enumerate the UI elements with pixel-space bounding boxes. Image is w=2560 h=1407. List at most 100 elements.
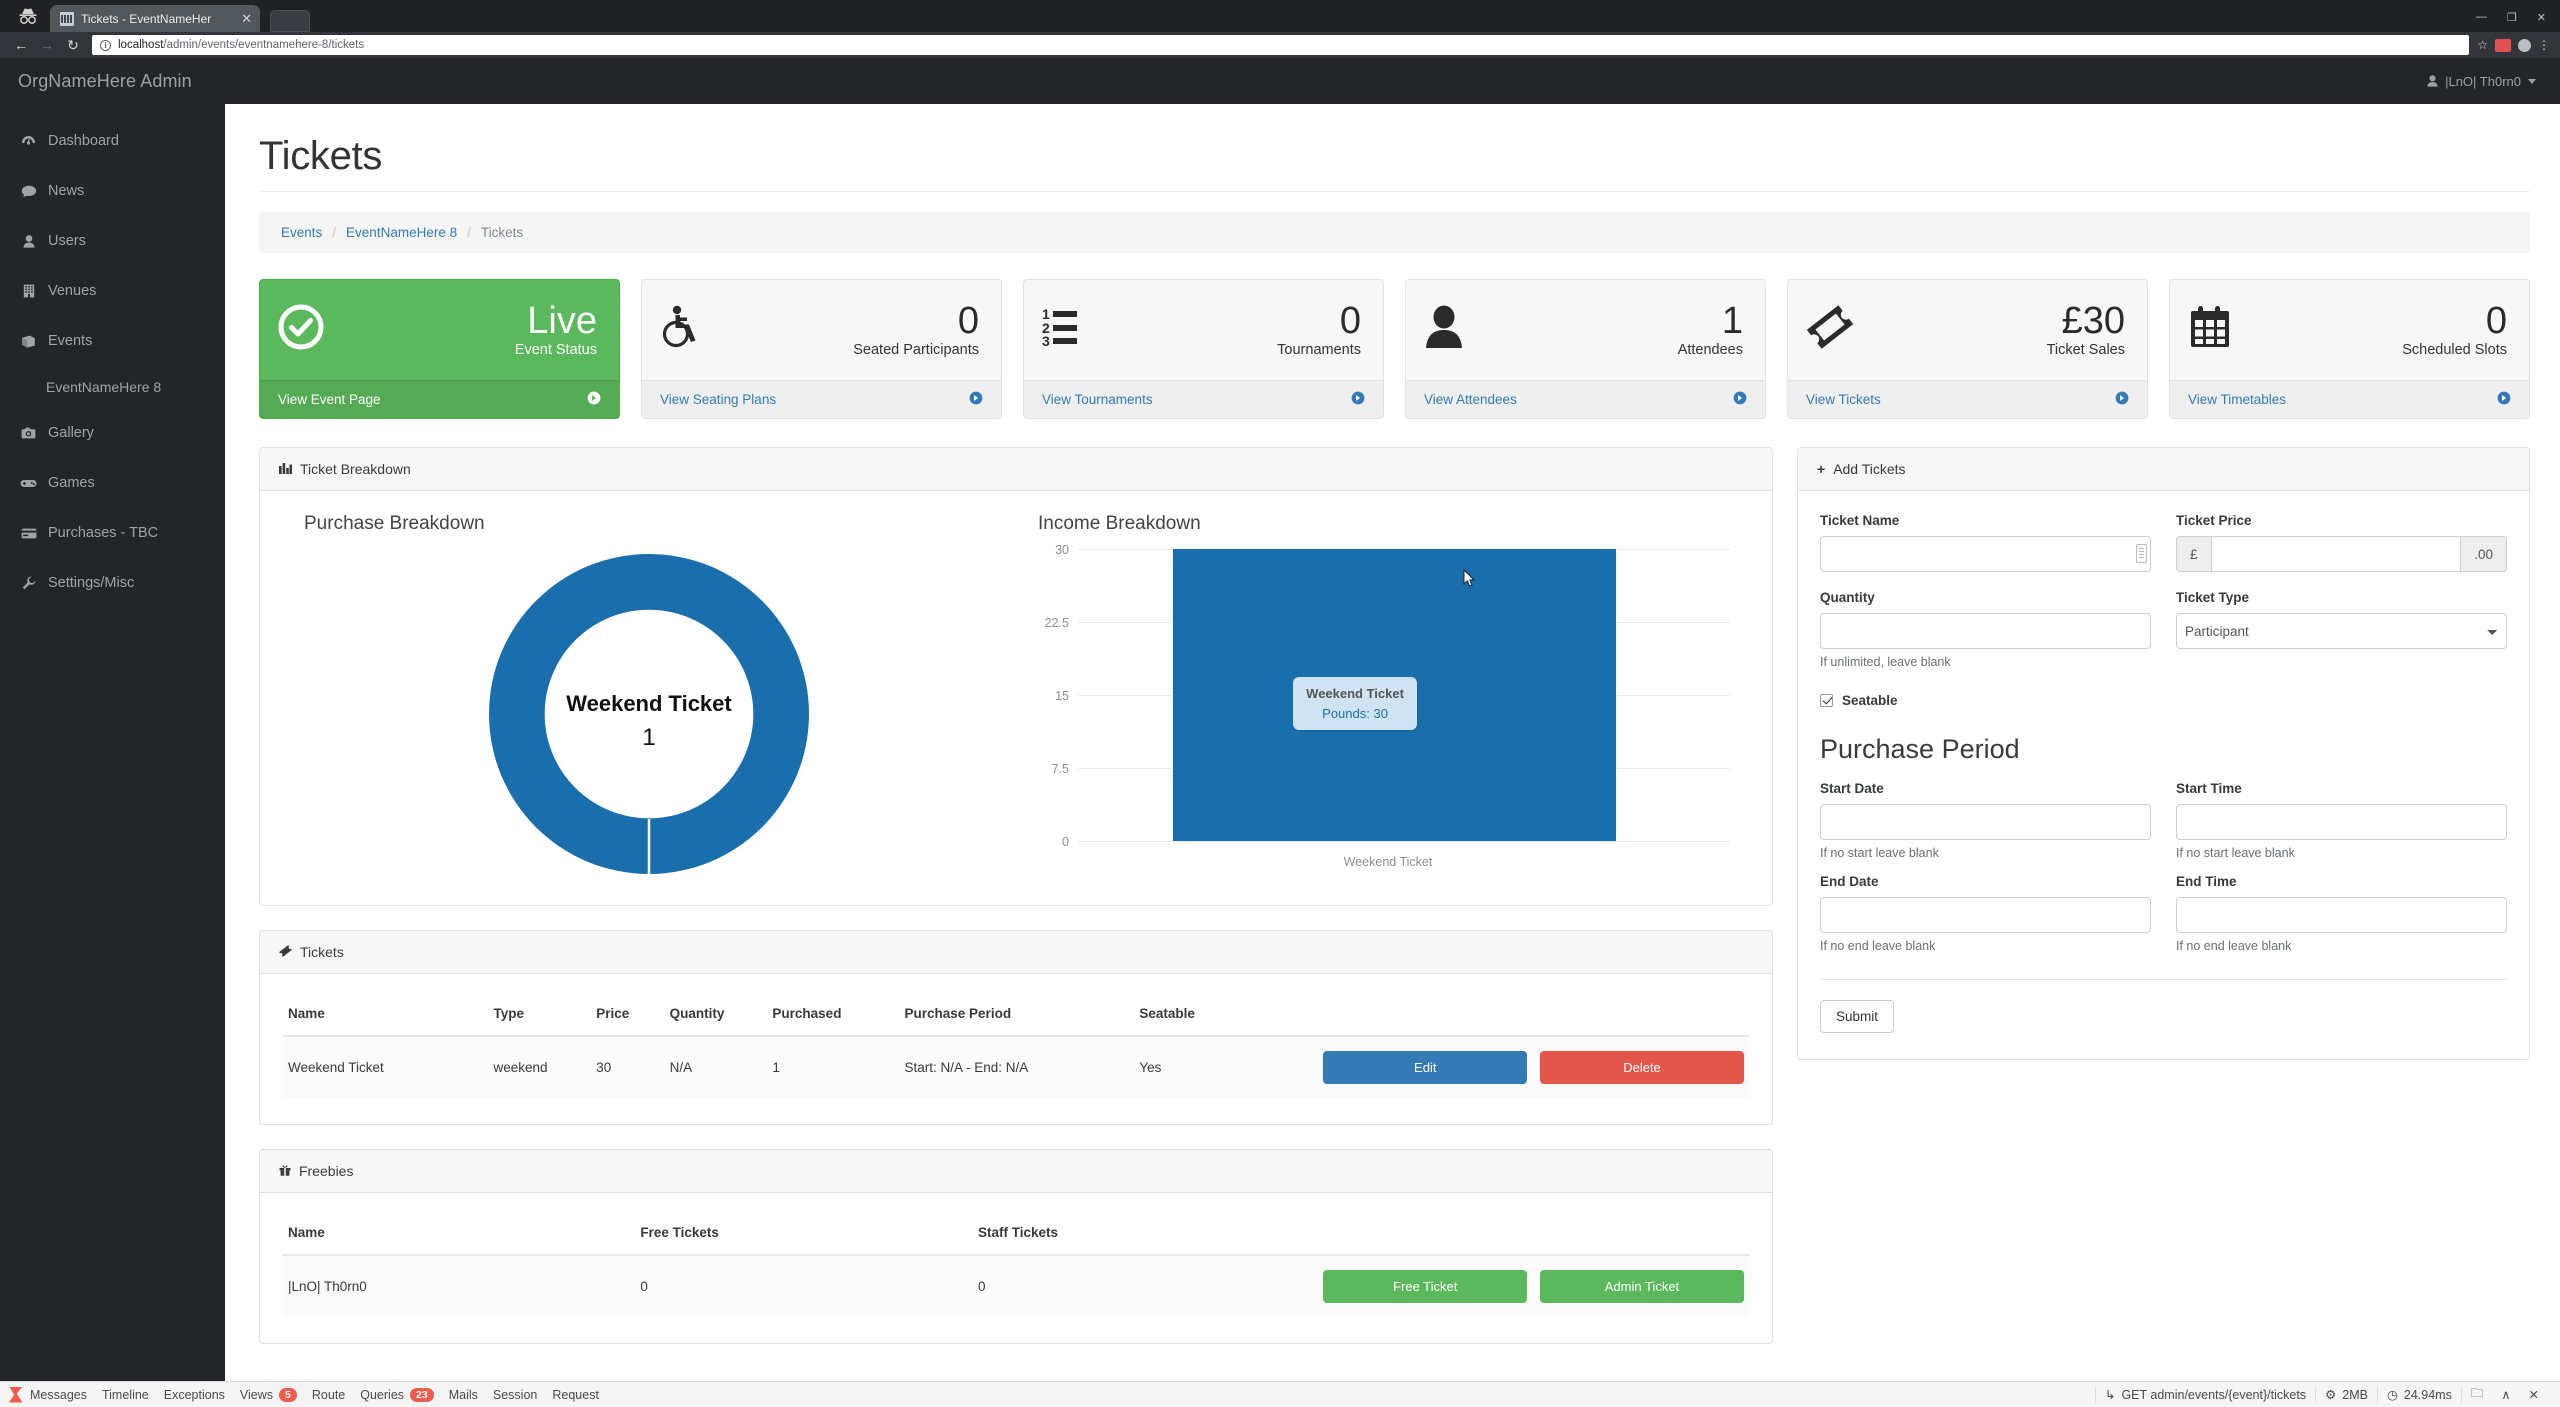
panel-header: Freebies bbox=[260, 1150, 1772, 1193]
sidebar-item-venues[interactable]: Venues bbox=[0, 266, 225, 316]
credit-card-icon bbox=[20, 528, 37, 539]
new-tab-button[interactable] bbox=[270, 10, 310, 32]
ticket-name-input[interactable] bbox=[1820, 536, 2151, 572]
cell-staff-tickets: 0 bbox=[971, 1254, 1310, 1317]
debug-tab-session[interactable]: Session bbox=[493, 1388, 537, 1402]
route-arrow-icon: ↳ bbox=[2104, 1388, 2116, 1402]
seatable-checkbox-row[interactable]: Seatable bbox=[1820, 693, 2507, 708]
arrow-circle-right-icon bbox=[969, 391, 983, 408]
quantity-input[interactable] bbox=[1820, 613, 2151, 649]
window-close-icon[interactable]: ✕ bbox=[2537, 11, 2546, 24]
avatar[interactable] bbox=[2518, 38, 2531, 52]
back-icon[interactable]: ← bbox=[8, 34, 34, 56]
start-date-input[interactable] bbox=[1820, 804, 2151, 840]
sidebar-item-users[interactable]: Users bbox=[0, 216, 225, 266]
app-topbar: OrgNameHere Admin |LnO| Th0rn0 bbox=[0, 58, 2560, 104]
folder-icon[interactable]: 🗀 bbox=[2462, 1384, 2493, 1405]
debug-tab-queries[interactable]: Queries 23 bbox=[360, 1387, 434, 1402]
edit-button[interactable]: Edit bbox=[1323, 1051, 1528, 1084]
sidebar-item-news[interactable]: News bbox=[0, 166, 225, 216]
tab-title: Tickets - EventNameHer bbox=[81, 11, 212, 26]
debug-tab-timeline[interactable]: Timeline bbox=[102, 1388, 149, 1402]
panel-title: Add Tickets bbox=[1833, 461, 1906, 477]
doughnut-center-value: 1 bbox=[642, 724, 655, 751]
check-circle-icon bbox=[278, 304, 324, 357]
breadcrumb-link-event[interactable]: EventNameHere 8 bbox=[346, 225, 457, 240]
plus-icon: + bbox=[1817, 461, 1826, 477]
debug-tab-request[interactable]: Request bbox=[552, 1388, 599, 1402]
admin-app: OrgNameHere Admin |LnO| Th0rn0 Dashboard bbox=[0, 58, 2560, 1407]
forward-icon: → bbox=[40, 37, 54, 53]
stat-card-link[interactable]: View Attendees bbox=[1406, 380, 1765, 418]
browser-chrome: Tickets - EventNameHer ✕ — ❐ ✕ ← → ↻ i l… bbox=[0, 0, 2560, 58]
seatable-checkbox[interactable] bbox=[1820, 694, 1833, 707]
debug-tab-mails[interactable]: Mails bbox=[449, 1388, 478, 1402]
favicon bbox=[60, 11, 74, 26]
stat-label: Seated Participants bbox=[853, 341, 979, 358]
browser-tab[interactable]: Tickets - EventNameHer ✕ bbox=[50, 5, 260, 32]
cell-purchase-period: Start: N/A - End: N/A bbox=[898, 1035, 1134, 1098]
title-divider bbox=[259, 191, 2530, 192]
extension-icon[interactable] bbox=[2495, 38, 2511, 52]
sidebar-item-events[interactable]: Events bbox=[0, 316, 225, 366]
admin-ticket-button[interactable]: Admin Ticket bbox=[1540, 1270, 1744, 1303]
column-header: Name bbox=[288, 1225, 325, 1240]
debug-tab-views[interactable]: Views 5 bbox=[239, 1387, 297, 1402]
breadcrumb-current: Tickets bbox=[480, 225, 524, 240]
stat-card-link[interactable]: View Event Page bbox=[260, 380, 619, 418]
laravel-debugbar-logo[interactable] bbox=[0, 1382, 30, 1407]
time-value: 24.94ms bbox=[2403, 1387, 2452, 1402]
ticket-price-input[interactable] bbox=[2210, 536, 2462, 572]
sidebar-item-dashboard[interactable]: Dashboard bbox=[0, 116, 225, 166]
address-bar[interactable]: i localhost /admin/events/eventnamehere-… bbox=[92, 35, 2470, 55]
cell-quantity: N/A bbox=[663, 1035, 767, 1098]
breadcrumb-separator: / bbox=[467, 225, 471, 240]
stat-card-link[interactable]: View Seating Plans bbox=[642, 380, 1001, 418]
toolbar-actions: ☆ ⋮ bbox=[2477, 38, 2552, 52]
sidebar-item-games[interactable]: Games bbox=[0, 458, 225, 508]
y-tick: 0 bbox=[1062, 835, 1069, 849]
sidebar-item-gallery[interactable]: Gallery bbox=[0, 408, 225, 458]
route-value: GET admin/events/{event}/tickets bbox=[2121, 1387, 2307, 1402]
column-header: Type bbox=[493, 1006, 525, 1021]
column-header: Quantity bbox=[669, 1006, 725, 1021]
arrow-circle-right-icon bbox=[1351, 391, 1365, 408]
debug-tab-messages[interactable]: Messages bbox=[30, 1388, 87, 1402]
debug-tab-exceptions[interactable]: Exceptions bbox=[164, 1388, 225, 1402]
tab-strip: Tickets - EventNameHer ✕ — ❐ ✕ bbox=[0, 0, 2560, 32]
end-time-input[interactable] bbox=[2176, 897, 2507, 933]
user-menu[interactable]: |LnO| Th0rn0 bbox=[2427, 74, 2536, 89]
quantity-help: If unlimited, leave blank bbox=[1820, 655, 1951, 669]
close-icon[interactable]: ✕ bbox=[241, 12, 252, 25]
collapse-icon[interactable]: ∧ bbox=[2492, 1387, 2519, 1402]
start-time-input[interactable] bbox=[2176, 804, 2507, 840]
resize-handle-icon[interactable] bbox=[2136, 544, 2147, 563]
minimize-icon[interactable]: — bbox=[2476, 11, 2487, 24]
debug-tab-route[interactable]: Route bbox=[312, 1388, 345, 1402]
delete-button[interactable]: Delete bbox=[1540, 1051, 1744, 1084]
panel-body: Ticket Name Ticket Price £ .00 Quantity … bbox=[1798, 491, 2529, 1059]
browser-menu-icon[interactable]: ⋮ bbox=[2538, 38, 2550, 52]
submit-button[interactable]: Submit bbox=[1820, 1000, 1895, 1033]
debug-tab-label: Views bbox=[239, 1387, 274, 1402]
brand-title[interactable]: OrgNameHere Admin bbox=[18, 71, 192, 92]
breadcrumb-link-events[interactable]: Events bbox=[281, 225, 322, 240]
stat-card-link[interactable]: View Tickets bbox=[1788, 380, 2147, 418]
close-icon[interactable]: ✕ bbox=[2520, 1387, 2548, 1402]
panel-title: Ticket Breakdown bbox=[300, 461, 411, 477]
stat-card-attendees: 1 Attendees View Attendees bbox=[1405, 279, 1766, 419]
sidebar-item-settings[interactable]: Settings/Misc bbox=[0, 558, 225, 608]
stat-card-link[interactable]: View Tournaments bbox=[1024, 380, 1383, 418]
maximize-icon[interactable]: ❐ bbox=[2507, 11, 2517, 24]
sidebar-item-purchases[interactable]: Purchases - TBC bbox=[0, 508, 225, 558]
stat-card-link[interactable]: View Timetables bbox=[2170, 380, 2529, 418]
ticket-type-label: Ticket Type bbox=[2176, 590, 2250, 605]
sidebar-subitem-event[interactable]: EventNameHere 8 bbox=[0, 366, 225, 408]
ticket-type-select[interactable]: Participant bbox=[2176, 613, 2507, 649]
end-date-input[interactable] bbox=[1820, 897, 2151, 933]
free-ticket-button[interactable]: Free Ticket bbox=[1323, 1270, 1528, 1303]
bookmark-star-icon[interactable]: ☆ bbox=[2477, 38, 2488, 52]
purchase-period-title: Purchase Period bbox=[1820, 734, 2020, 764]
reload-icon[interactable]: ↻ bbox=[60, 34, 86, 56]
cell-price: 30 bbox=[590, 1035, 664, 1098]
